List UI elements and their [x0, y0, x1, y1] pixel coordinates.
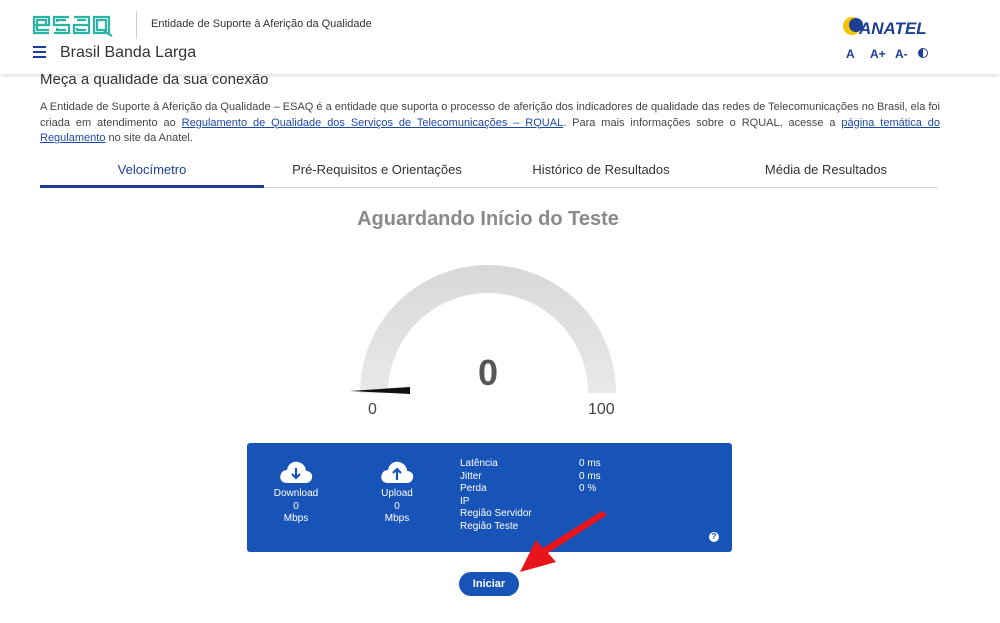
download-value: 0: [293, 500, 299, 512]
intro-paragraph: A Entidade de Suporte à Aferição da Qual…: [40, 100, 940, 147]
intro-text-3: no site da Anatel.: [105, 132, 193, 144]
contrast-icon[interactable]: [918, 48, 928, 58]
stat-row: IP: [460, 496, 660, 509]
tab-velocimetro[interactable]: Velocímetro: [40, 155, 264, 188]
stat-row: Jitter 0 ms: [460, 471, 660, 484]
results-panel: Download 0 Mbps Upload 0 Mbps Latência 0 …: [247, 443, 732, 552]
anatel-logo-text: ANATEL: [858, 19, 927, 38]
cloud-download-icon: [280, 461, 313, 483]
stat-value-jitter: 0 ms: [579, 470, 601, 482]
logo-divider: [136, 11, 137, 39]
site-header: Entidade de Suporte à Aferição da Qualid…: [0, 0, 1000, 74]
tab-bar: Velocímetro Pré-Requisitos e Orientações…: [40, 155, 938, 188]
tab-pre-requisitos[interactable]: Pré-Requisitos e Orientações: [265, 155, 489, 188]
stat-row: Latência 0 ms: [460, 458, 660, 471]
upload-label: Upload: [381, 488, 413, 499]
font-normal-button[interactable]: A: [846, 47, 855, 61]
esaq-tagline: Entidade de Suporte à Aferição da Qualid…: [151, 18, 372, 30]
font-decrease-button[interactable]: A-: [895, 47, 908, 61]
download-label: Download: [273, 488, 319, 499]
gauge-min-label: 0: [368, 401, 377, 418]
download-metric: Download 0 Mbps: [266, 458, 326, 526]
red-arrow-annotation: [520, 511, 607, 572]
upload-metric: Upload 0 Mbps: [367, 458, 427, 526]
hamburger-icon[interactable]: [33, 46, 46, 58]
gauge-max-label: 100: [588, 401, 615, 418]
test-status-title: Aguardando Início do Teste: [357, 208, 619, 230]
stat-row: Perda 0 %: [460, 483, 660, 496]
gauge-value: 0: [477, 352, 499, 393]
stat-value-perda: 0 %: [579, 483, 597, 494]
intro-text-2: . Para mais informações sobre o RQUAL, a…: [563, 116, 842, 129]
stat-label-ip: IP: [460, 495, 470, 507]
cloud-upload-icon: [381, 461, 414, 483]
tab-media[interactable]: Média de Resultados: [714, 155, 938, 188]
speed-gauge: [350, 265, 616, 394]
upload-unit: Mbps: [384, 513, 410, 524]
tab-historico[interactable]: Histórico de Resultados: [489, 155, 713, 188]
stat-label-jitter: Jitter: [460, 470, 482, 482]
esaq-logo[interactable]: [32, 13, 116, 37]
stat-label-perda: Perda: [460, 483, 487, 494]
stat-label-latencia: Latência: [460, 458, 498, 469]
upload-value: 0: [394, 500, 400, 512]
rqual-link[interactable]: Regulamento de Qualidade dos Serviços de…: [182, 117, 564, 129]
download-unit: Mbps: [283, 513, 309, 524]
help-icon[interactable]: ?: [709, 532, 719, 542]
stat-value-latencia: 0 ms: [579, 458, 601, 469]
font-increase-button[interactable]: A+: [870, 47, 886, 61]
site-title[interactable]: Brasil Banda Larga: [60, 44, 196, 62]
anatel-logo[interactable]: ANATEL: [842, 13, 934, 39]
